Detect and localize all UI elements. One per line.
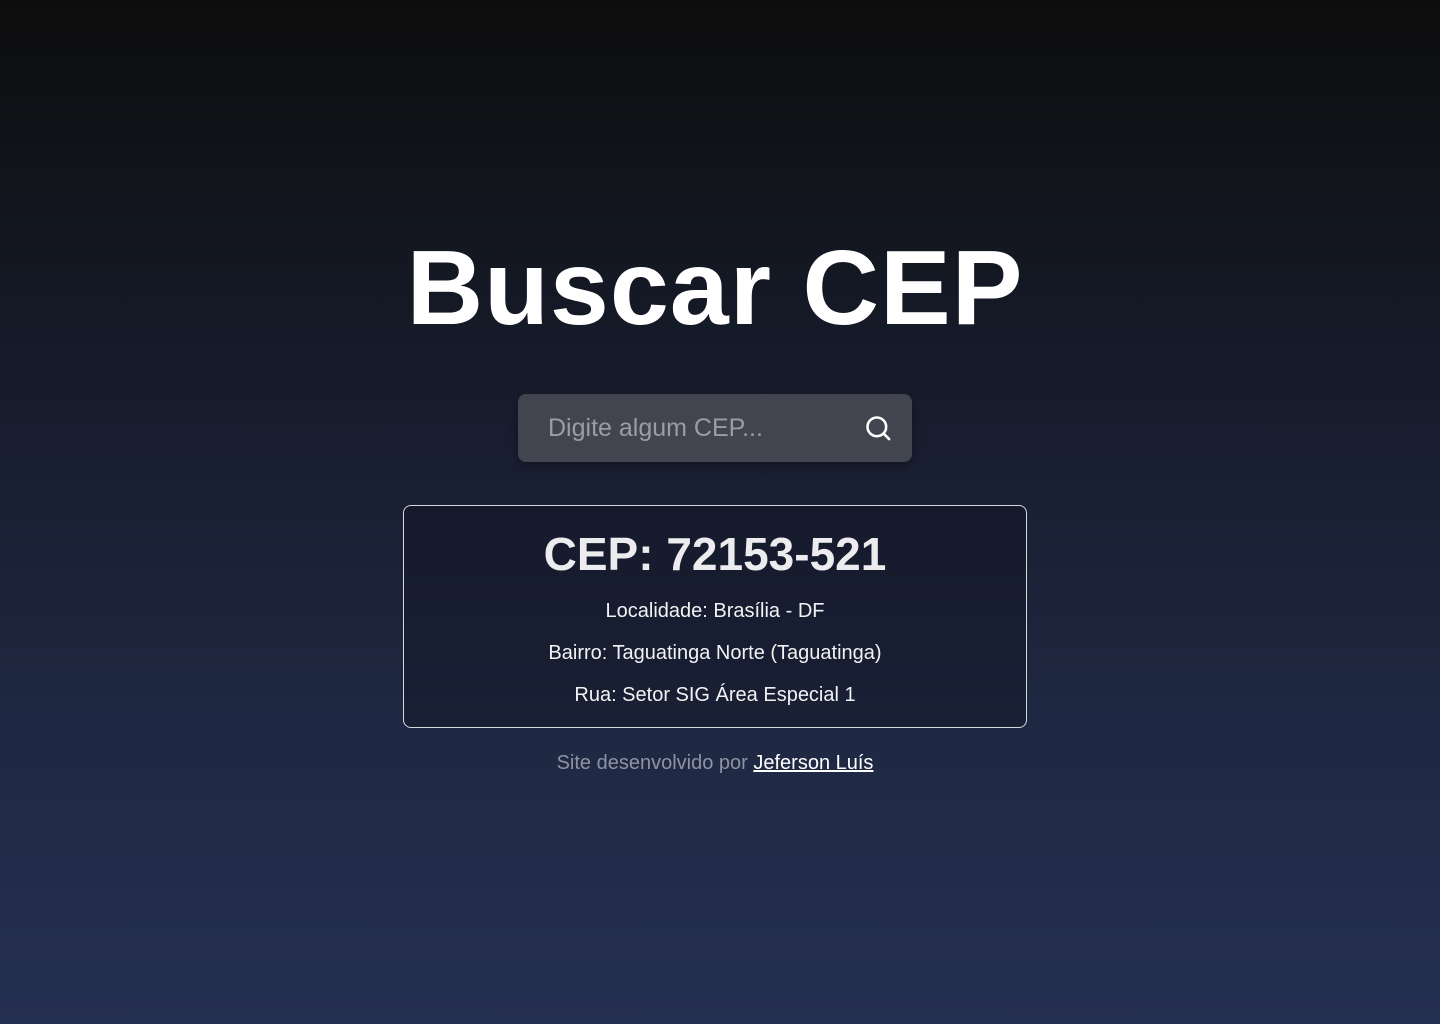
search-button[interactable] [858,408,898,448]
cep-search-input[interactable] [518,394,848,462]
author-link[interactable]: Jeferson Luís [753,752,873,774]
footer: Site desenvolvido por Jeferson Luís [0,750,1430,776]
localidade-text: Localidade: Brasília - DF [605,600,825,622]
search-icon [866,416,891,441]
cep-value: CEP: 72153-521 [543,528,887,580]
bairro-text: Bairro: Taguatinga Norte (Taguatinga) [548,642,882,664]
footer-text: Site desenvolvido por [556,752,748,774]
cep-result-card: CEP: 72153-521 Localidade: Brasília - DF… [403,505,1027,728]
rua-text: Rua: Setor SIG Área Especial 1 [574,684,856,706]
search-box [518,394,912,462]
app-root: Buscar CEP CEP: 72153-521 Localidade: Br… [0,0,1440,1024]
page-title: Buscar CEP [406,229,1024,347]
